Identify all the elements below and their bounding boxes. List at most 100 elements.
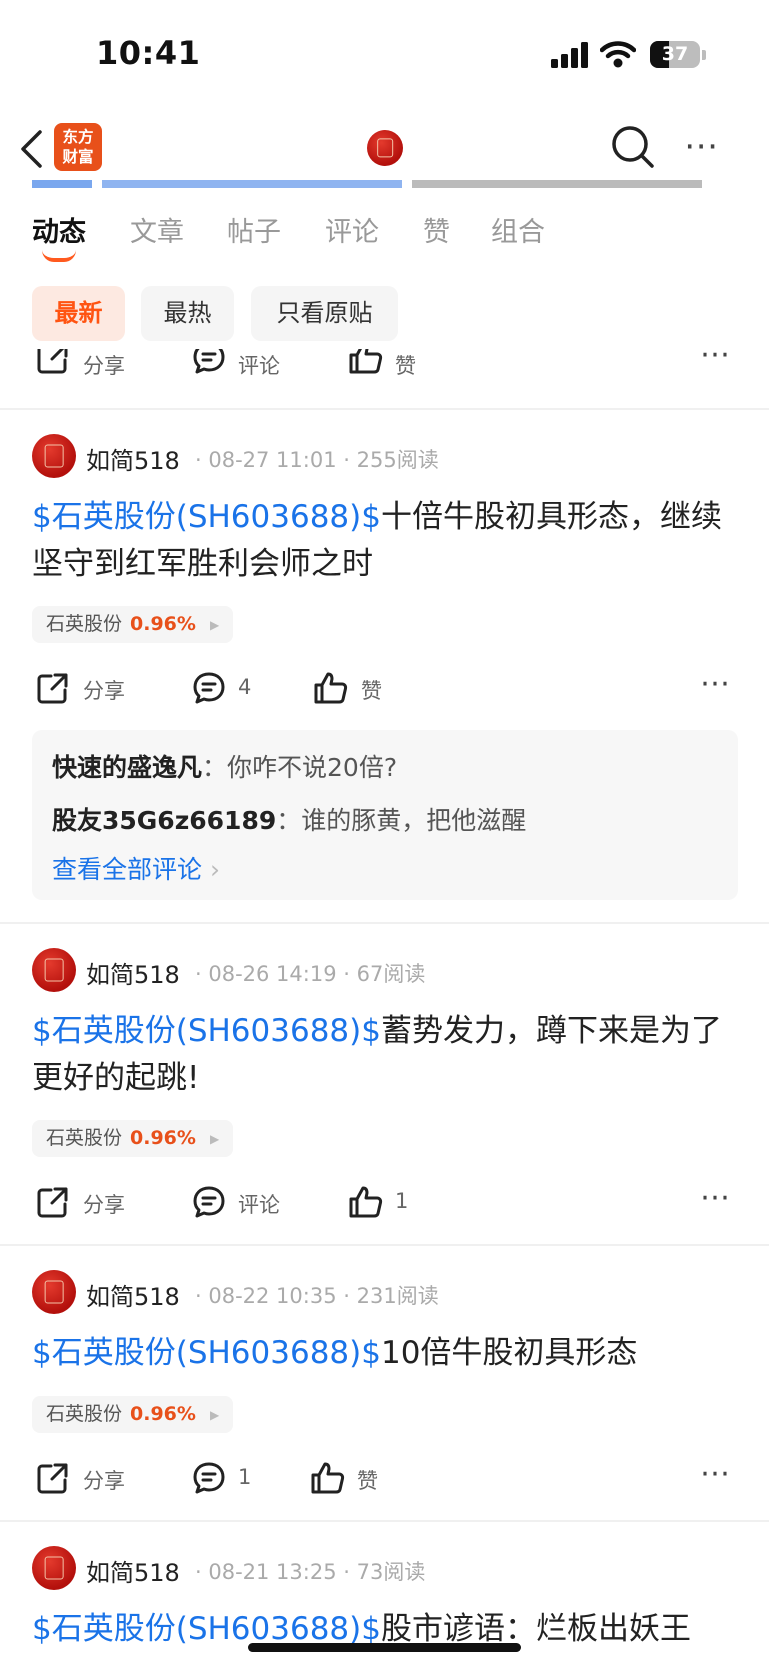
stock-chip-name: 石英股份 bbox=[46, 1127, 123, 1149]
comment-separator: ： bbox=[202, 753, 228, 782]
like-label[interactable]: 赞 bbox=[395, 350, 416, 380]
chip-arrow-icon: ▶ bbox=[209, 1408, 220, 1422]
comment-user[interactable]: 快速的盛逸凡 bbox=[52, 753, 202, 782]
comment-label[interactable]: 评论 bbox=[238, 350, 280, 380]
read-count: 231阅读 bbox=[356, 1284, 439, 1308]
battery-icon: 37 bbox=[650, 41, 700, 68]
stock-link[interactable]: $石英股份(SH603688)$ bbox=[32, 499, 381, 535]
home-indicator[interactable] bbox=[248, 1643, 521, 1652]
comment-preview: 快速的盛逸凡：你咋不说20倍? 股友35G6z66189：谁的豚黄，把他滋醒 查… bbox=[32, 730, 738, 900]
more-options-icon[interactable]: ⋯ bbox=[700, 349, 732, 372]
more-icon[interactable]: ⋯ bbox=[684, 126, 720, 166]
like-icon[interactable] bbox=[313, 671, 349, 705]
avatar[interactable] bbox=[32, 948, 76, 992]
comment-count[interactable]: 1 bbox=[238, 1465, 251, 1489]
share-icon[interactable] bbox=[36, 349, 70, 375]
post-date: 08-27 11:01 bbox=[208, 448, 337, 472]
post-meta: · 08-22 10:35 · 231阅读 bbox=[195, 1284, 439, 1308]
post-content[interactable]: $石英股份(SH603688)$十倍牛股初具形态，继续坚守到红军胜利会师之时 bbox=[32, 494, 732, 588]
like-label[interactable]: 赞 bbox=[357, 1465, 378, 1495]
share-icon[interactable] bbox=[36, 1185, 70, 1219]
like-icon[interactable] bbox=[310, 1461, 346, 1495]
post-card: 如简518 · 08-22 10:35 · 231阅读 $石英股份(SH6036… bbox=[0, 1246, 769, 1520]
like-icon[interactable] bbox=[348, 349, 384, 375]
author-name[interactable]: 如简518 bbox=[86, 441, 180, 476]
tab-articles[interactable]: 文章 bbox=[130, 210, 184, 249]
post-body: 股市谚语：烂板出妖王 bbox=[380, 1611, 691, 1647]
author-name[interactable]: 如简518 bbox=[86, 1553, 180, 1588]
share-label[interactable]: 分享 bbox=[83, 1465, 125, 1495]
filter-hottest[interactable]: 最热 bbox=[141, 286, 234, 341]
comment-count[interactable]: 4 bbox=[238, 675, 251, 699]
comment-icon[interactable] bbox=[192, 349, 226, 375]
post-meta: · 08-27 11:01 · 255阅读 bbox=[195, 448, 439, 472]
status-time: 10:41 bbox=[96, 34, 201, 72]
comment-icon[interactable] bbox=[192, 1185, 226, 1219]
stock-link[interactable]: $石英股份(SH603688)$ bbox=[32, 1013, 381, 1049]
comment-user[interactable]: 股友35G6z66189 bbox=[52, 806, 276, 835]
battery-level: 37 bbox=[661, 43, 689, 65]
author-name[interactable]: 如简518 bbox=[86, 955, 180, 990]
post-date: 08-21 13:25 bbox=[208, 1560, 337, 1584]
comment-separator: ： bbox=[276, 806, 302, 835]
post-body: 10倍牛股初具形态 bbox=[380, 1335, 638, 1371]
profile-avatar[interactable] bbox=[367, 130, 403, 166]
stock-chip-name: 石英股份 bbox=[46, 613, 123, 635]
scrolled-content-fragment bbox=[32, 180, 702, 188]
share-icon[interactable] bbox=[36, 671, 70, 705]
post-meta: · 08-26 14:19 · 67阅读 bbox=[195, 962, 426, 986]
brand-logo[interactable]: 东方 财富 bbox=[54, 123, 102, 171]
more-options-icon[interactable]: ⋯ bbox=[700, 1456, 732, 1491]
share-label[interactable]: 分享 bbox=[83, 675, 125, 705]
like-count[interactable]: 1 bbox=[395, 1189, 408, 1213]
share-icon[interactable] bbox=[36, 1461, 70, 1495]
avatar[interactable] bbox=[32, 1270, 76, 1314]
active-tab-indicator bbox=[42, 250, 76, 262]
battery-cap bbox=[702, 50, 706, 60]
comment-text: 你咋不说20倍? bbox=[227, 753, 398, 782]
author-name[interactable]: 如简518 bbox=[86, 1277, 180, 1312]
comment-item[interactable]: 快速的盛逸凡：你咋不说20倍? bbox=[52, 748, 397, 784]
post-card: 如简518 · 08-26 14:19 · 67阅读 $石英股份(SH60368… bbox=[0, 924, 769, 1242]
read-count: 73阅读 bbox=[356, 1560, 426, 1584]
avatar[interactable] bbox=[32, 1546, 76, 1590]
back-arrow-icon[interactable] bbox=[18, 128, 44, 170]
comment-label[interactable]: 评论 bbox=[238, 1189, 280, 1219]
tab-dynamic[interactable]: 动态 bbox=[32, 210, 86, 249]
stock-chip[interactable]: 石英股份 0.96% ▶ bbox=[32, 1396, 234, 1433]
search-icon[interactable] bbox=[610, 124, 656, 170]
comment-item[interactable]: 股友35G6z66189：谁的豚黄，把他滋醒 bbox=[52, 801, 526, 837]
post-content[interactable]: $石英股份(SH603688)$10倍牛股初具形态 bbox=[32, 1330, 732, 1377]
more-options-icon[interactable]: ⋯ bbox=[700, 1180, 732, 1215]
like-icon[interactable] bbox=[348, 1185, 384, 1219]
stock-chip[interactable]: 石英股份 0.96% ▶ bbox=[32, 606, 234, 643]
brand-logo-line2: 财富 bbox=[62, 148, 94, 166]
stock-chip[interactable]: 石英股份 0.96% ▶ bbox=[32, 1120, 234, 1157]
chip-arrow-icon: ▶ bbox=[209, 618, 220, 632]
view-all-comments-link[interactable]: 查看全部评论 › bbox=[52, 850, 220, 886]
stock-chip-change: 0.96% bbox=[130, 1403, 196, 1425]
chip-arrow-icon: ▶ bbox=[209, 1132, 220, 1146]
comment-icon[interactable] bbox=[192, 671, 226, 705]
tab-portfolio[interactable]: 组合 bbox=[491, 210, 545, 249]
stock-link[interactable]: $石英股份(SH603688)$ bbox=[32, 1611, 381, 1647]
tab-comments[interactable]: 评论 bbox=[325, 210, 379, 249]
comment-text: 谁的豚黄，把他滋醒 bbox=[301, 806, 527, 835]
read-count: 255阅读 bbox=[356, 448, 439, 472]
stock-chip-name: 石英股份 bbox=[46, 1403, 123, 1425]
read-count: 67阅读 bbox=[356, 962, 426, 986]
tab-likes[interactable]: 赞 bbox=[423, 210, 450, 249]
avatar[interactable] bbox=[32, 434, 76, 478]
share-label[interactable]: 分享 bbox=[83, 1189, 125, 1219]
like-label[interactable]: 赞 bbox=[361, 675, 382, 705]
more-options-icon[interactable]: ⋯ bbox=[700, 666, 732, 701]
share-label[interactable]: 分享 bbox=[83, 350, 125, 380]
signal-icon bbox=[551, 42, 589, 68]
stock-chip-change: 0.96% bbox=[130, 1127, 196, 1149]
filter-original-only[interactable]: 只看原贴 bbox=[251, 286, 398, 341]
comment-icon[interactable] bbox=[192, 1461, 226, 1495]
tab-posts[interactable]: 帖子 bbox=[227, 210, 281, 249]
stock-link[interactable]: $石英股份(SH603688)$ bbox=[32, 1335, 381, 1371]
filter-latest[interactable]: 最新 bbox=[32, 286, 125, 341]
post-content[interactable]: $石英股份(SH603688)$蓄势发力，蹲下来是为了更好的起跳! bbox=[32, 1008, 732, 1102]
